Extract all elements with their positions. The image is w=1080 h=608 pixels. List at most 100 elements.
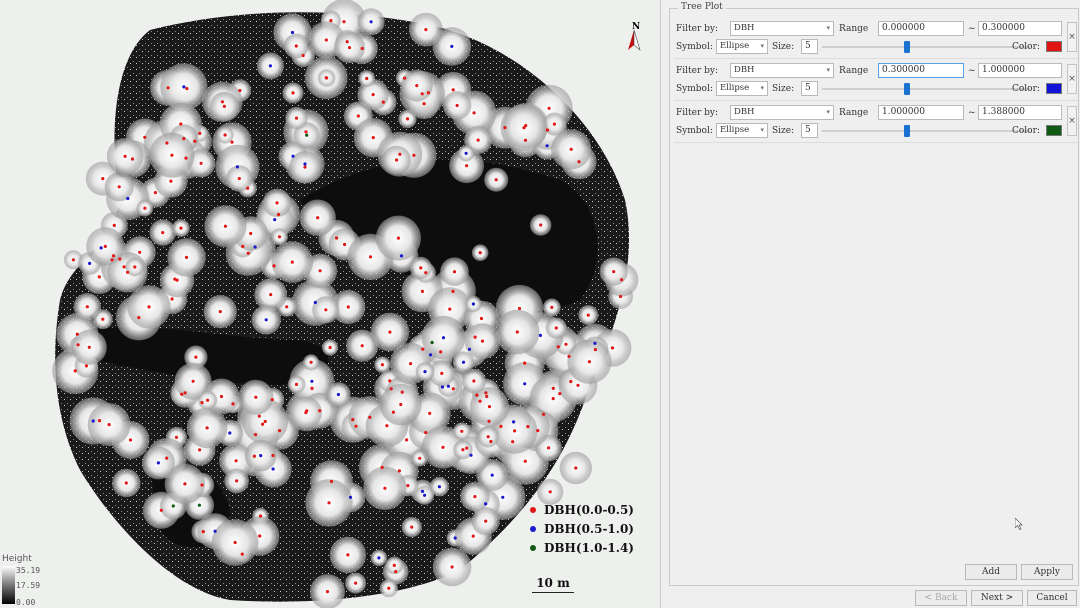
range-min-input[interactable]: 0.300000 [878,63,964,78]
filter-by-select[interactable]: DBH ▾ [730,21,834,36]
filter-by-select[interactable]: DBH ▾ [730,105,834,120]
tree-stem-marker [253,433,258,437]
tree-stem-marker [101,177,105,181]
legend-dot-green-icon [530,544,536,551]
height-legend: Height 35.19 17.59 0.00 [2,554,40,607]
close-icon: × [1068,74,1076,84]
tree-stem-marker [450,44,454,49]
tree-stem-marker [241,244,245,248]
tree-stem-marker [523,361,527,365]
tree-stem-marker [424,271,428,275]
tree-stem-marker [475,393,479,397]
color-swatch-button[interactable] [1046,41,1062,52]
tree-stem-marker [165,456,169,460]
tree-stem-marker [420,92,424,96]
tree-stem-marker [523,459,527,463]
range-min-input[interactable]: 0.000000 [878,21,964,36]
symbol-select[interactable]: Ellipse ▾ [716,123,768,138]
filter-by-label: Filter by: [676,108,718,118]
back-button[interactable]: < Back [915,590,967,606]
remove-filter-button[interactable]: × [1067,106,1077,136]
tree-stem-marker [184,156,188,160]
tree-stem-marker [191,379,195,383]
tree-stem-marker [486,435,490,439]
tree-stem-marker [412,153,416,157]
tree-stem-marker [423,493,427,497]
symbol-value: Ellipse [720,125,750,135]
color-swatch-button[interactable] [1046,83,1062,94]
tree-stem-marker [346,305,350,309]
tree-stem-marker [310,379,314,383]
tree-stem-marker [545,144,549,148]
tree-stem-marker [369,20,373,24]
scale-bar-label: 10 m [536,576,570,590]
color-swatch-button[interactable] [1046,125,1062,136]
tree-stem-marker [237,176,241,181]
slider-handle[interactable] [904,83,910,95]
tree-stem-marker [254,395,258,399]
tree-stem-marker [551,397,555,401]
tree-stem-marker [547,106,551,110]
size-input[interactable]: 5 [801,39,818,54]
height-min-label: 0.00 [16,598,36,607]
size-slider[interactable] [822,81,1030,97]
tree-stem-marker [494,178,498,182]
tree-stem-marker [368,415,372,419]
tree-stem-marker [478,399,482,403]
apply-button[interactable]: Apply [1021,564,1073,580]
tree-stem-marker [586,313,590,317]
remove-filter-button[interactable]: × [1067,64,1077,94]
slider-handle[interactable] [904,125,910,137]
size-slider[interactable] [822,39,1030,55]
color-label: Color: [1012,42,1040,52]
filter-by-value: DBH [734,65,755,75]
range-min-input[interactable]: 1.000000 [878,105,964,120]
add-button[interactable]: Add [965,564,1017,580]
tree-stem-marker [240,552,244,556]
tree-stem-marker [159,508,163,512]
color-label: Color: [1012,84,1040,94]
symbol-select[interactable]: Ellipse ▾ [716,81,768,96]
filter-by-select[interactable]: DBH ▾ [730,63,834,78]
tree-stem-marker [569,147,573,151]
tree-stem-marker [391,410,395,414]
range-max-input[interactable]: 1.388000 [978,105,1062,120]
range-label: Range [839,24,869,34]
tree-stem-marker [304,130,308,134]
tree-stem-marker [450,565,454,569]
tree-stem-marker [126,196,130,201]
slider-handle[interactable] [904,41,910,53]
tree-stem-marker [137,316,141,320]
north-arrow: N [624,22,644,52]
size-input[interactable]: 5 [801,123,818,138]
chevron-down-icon: ▾ [760,126,764,134]
cancel-button[interactable]: Cancel [1027,590,1077,606]
size-slider[interactable] [822,123,1030,139]
filter-by-value: DBH [734,23,755,33]
tree-stem-marker [294,382,299,386]
tree-stem-marker [385,424,389,428]
range-max-input[interactable]: 1.000000 [978,63,1062,78]
range-max-input[interactable]: 0.300000 [978,21,1062,36]
tree-stem-marker [406,484,410,488]
tree-stem-marker [97,275,101,279]
tree-stem-marker [380,465,384,469]
tree-stem-marker [610,346,615,350]
tree-stem-marker [170,297,174,301]
tree-stem-marker [461,448,465,452]
next-button[interactable]: Next > [971,590,1023,606]
symbol-select[interactable]: Ellipse ▾ [716,39,768,54]
tree-stem-marker [87,345,91,349]
legend-item-large: DBH(1.0-1.4) [530,538,634,557]
tree-stem-marker [304,411,308,415]
remove-filter-button[interactable]: × [1067,22,1077,52]
tree-stem-marker [422,102,426,106]
tree-stem-marker [405,438,409,442]
canopy-height-map[interactable]: N DBH(0.0-0.5) DBH(0.5-1.0) DBH(1.0-1.4)… [0,0,660,608]
tree-stem-marker [264,318,268,322]
tree-stem-marker [342,20,346,24]
tree-stem-marker [271,453,275,458]
tree-stem-marker [551,386,555,390]
size-input[interactable]: 5 [801,81,818,96]
tree-stem-marker [165,141,169,145]
